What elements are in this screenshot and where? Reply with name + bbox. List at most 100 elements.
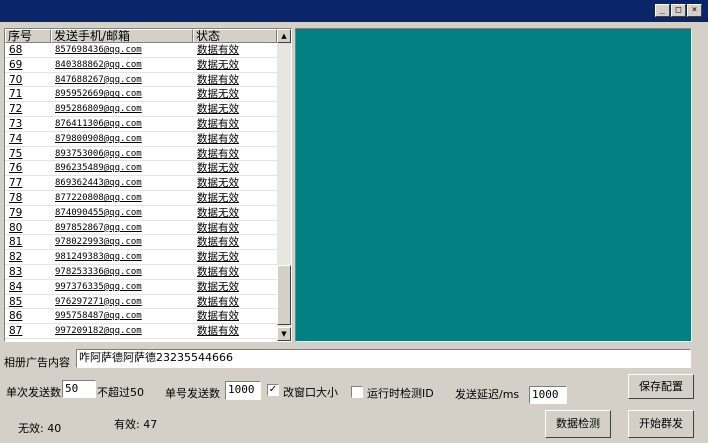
table-row[interactable]: 76 896235489@qq.com 数据无效 [5,161,277,177]
scroll-thumb[interactable] [277,265,291,325]
header-status[interactable]: 状态 [193,29,277,43]
row-status: 数据有效 [197,117,239,130]
row-contact: 978022993@qq.com [55,237,142,248]
send-delay-label: 发送延迟/ms [455,388,520,401]
header-index[interactable]: 序号 [5,29,51,43]
row-index: 87 [9,325,23,338]
batch-count-label: 单次发送数 [6,386,61,399]
table-row[interactable]: 73 876411306@qq.com 数据有效 [5,117,277,132]
row-contact: 847688267@qq.com [55,74,142,85]
row-status: 数据无效 [197,251,239,264]
row-index: 75 [9,147,23,160]
table-row[interactable]: 79 874090455@qq.com 数据无效 [5,206,277,221]
row-index: 80 [9,221,23,234]
title-bar: _ □ × [0,0,708,22]
row-index: 73 [9,117,23,130]
row-index: 82 [9,251,23,264]
table-row[interactable]: 71 895952669@qq.com 数据无效 [5,87,277,103]
row-index: 85 [9,295,23,308]
contact-list[interactable]: 序号 发送手机/邮箱 状态 68 857698436@qq.com 数据有效 69 84… [4,28,292,342]
row-status: 数据有效 [197,132,239,145]
row-index: 86 [9,310,23,323]
batch-count-input[interactable]: 50 [62,380,96,398]
scroll-down-icon[interactable]: ▼ [277,327,291,341]
header-contact[interactable]: 发送手机/邮箱 [51,29,193,43]
row-status: 数据无效 [197,280,239,293]
table-row[interactable]: 80 897852867@qq.com 数据有效 [5,221,277,236]
row-status: 数据有效 [197,310,239,323]
send-delay-input[interactable]: 1000 [529,386,567,404]
scroll-up-icon[interactable]: ▲ [277,29,291,43]
row-contact: 869362443@qq.com [55,178,142,189]
list-scrollbar[interactable]: ▲ ▼ [277,29,291,341]
row-contact: 840388862@qq.com [55,59,142,70]
row-status: 数据无效 [197,162,239,175]
table-row[interactable]: 83 978253336@qq.com 数据有效 [5,265,277,280]
resize-window-label[interactable]: 改窗口大小 [283,384,338,400]
list-header: 序号 发送手机/邮箱 状态 [5,29,277,43]
row-index: 72 [9,103,23,116]
row-index: 68 [9,44,23,56]
table-row[interactable]: 68 857698436@qq.com 数据有效 [5,43,277,58]
table-row[interactable]: 77 869362443@qq.com 数据无效 [5,176,277,191]
table-row[interactable]: 72 895286809@qq.com 数据无效 [5,102,277,117]
minimize-button[interactable]: _ [655,4,670,17]
ad-content-input[interactable]: 咋阿萨德阿萨德23235544666 [76,349,691,368]
row-contact: 997376335@qq.com [55,281,142,292]
row-index: 71 [9,88,23,101]
resize-window-checkbox[interactable]: ✓ [267,384,279,396]
batch-count-hint: 不超过50 [97,386,144,399]
table-row[interactable]: 84 997376335@qq.com 数据无效 [5,280,277,295]
row-contact: 879800908@qq.com [55,133,142,144]
table-row[interactable]: 82 981249383@qq.com 数据无效 [5,250,277,265]
row-status: 数据有效 [197,73,239,86]
row-contact: 895286809@qq.com [55,104,142,115]
row-contact: 995758487@qq.com [55,311,142,322]
row-contact: 895952669@qq.com [55,89,142,100]
row-status: 数据无效 [197,191,239,204]
row-contact: 976297271@qq.com [55,296,142,307]
invalid-count: 无效: 40 [18,422,62,435]
row-status: 数据有效 [197,265,239,278]
list-rows: 68 857698436@qq.com 数据有效 69 840388862@qq.com… [5,43,277,339]
row-status: 数据有效 [197,147,239,160]
table-row[interactable]: 86 995758487@qq.com 数据有效 [5,309,277,325]
row-index: 76 [9,162,23,175]
table-row[interactable]: 70 847688267@qq.com 数据有效 [5,73,277,88]
table-row[interactable]: 85 976297271@qq.com 数据有效 [5,295,277,310]
row-status: 数据无效 [197,58,239,71]
row-status: 数据无效 [197,177,239,190]
row-contact: 896235489@qq.com [55,163,142,174]
runtime-detect-checkbox[interactable] [351,386,363,398]
row-index: 70 [9,73,23,86]
single-count-label: 单号发送数 [165,387,220,400]
row-index: 69 [9,58,23,71]
start-send-button[interactable]: 开始群发 [628,410,694,438]
runtime-detect-label[interactable]: 运行时检测ID [367,385,434,401]
row-contact: 978253336@qq.com [55,266,142,277]
row-status: 数据有效 [197,44,239,56]
row-status: 数据有效 [197,325,239,338]
row-contact: 897852867@qq.com [55,222,142,233]
valid-count: 有效: 47 [114,418,158,431]
maximize-button[interactable]: □ [671,4,686,17]
table-row[interactable]: 78 877220808@qq.com 数据无效 [5,191,277,206]
ad-content-label: 相册广告内容 [4,356,70,369]
row-index: 74 [9,132,23,145]
table-row[interactable]: 75 893753006@qq.com 数据有效 [5,147,277,162]
table-row[interactable]: 81 978022993@qq.com 数据有效 [5,235,277,251]
save-config-button[interactable]: 保存配置 [628,374,694,399]
table-row[interactable]: 74 879800908@qq.com 数据有效 [5,132,277,147]
table-row[interactable]: 87 997209182@qq.com 数据有效 [5,324,277,339]
table-row[interactable]: 69 840388862@qq.com 数据无效 [5,58,277,73]
row-contact: 997209182@qq.com [55,326,142,337]
row-contact: 893753006@qq.com [55,148,142,159]
row-status: 数据有效 [197,236,239,249]
row-index: 84 [9,280,23,293]
single-count-input[interactable]: 1000 [225,381,261,400]
data-check-button[interactable]: 数据检测 [545,410,611,438]
close-button[interactable]: × [687,4,702,17]
row-contact: 877220808@qq.com [55,192,142,203]
row-index: 77 [9,177,23,190]
row-status: 数据无效 [197,88,239,101]
